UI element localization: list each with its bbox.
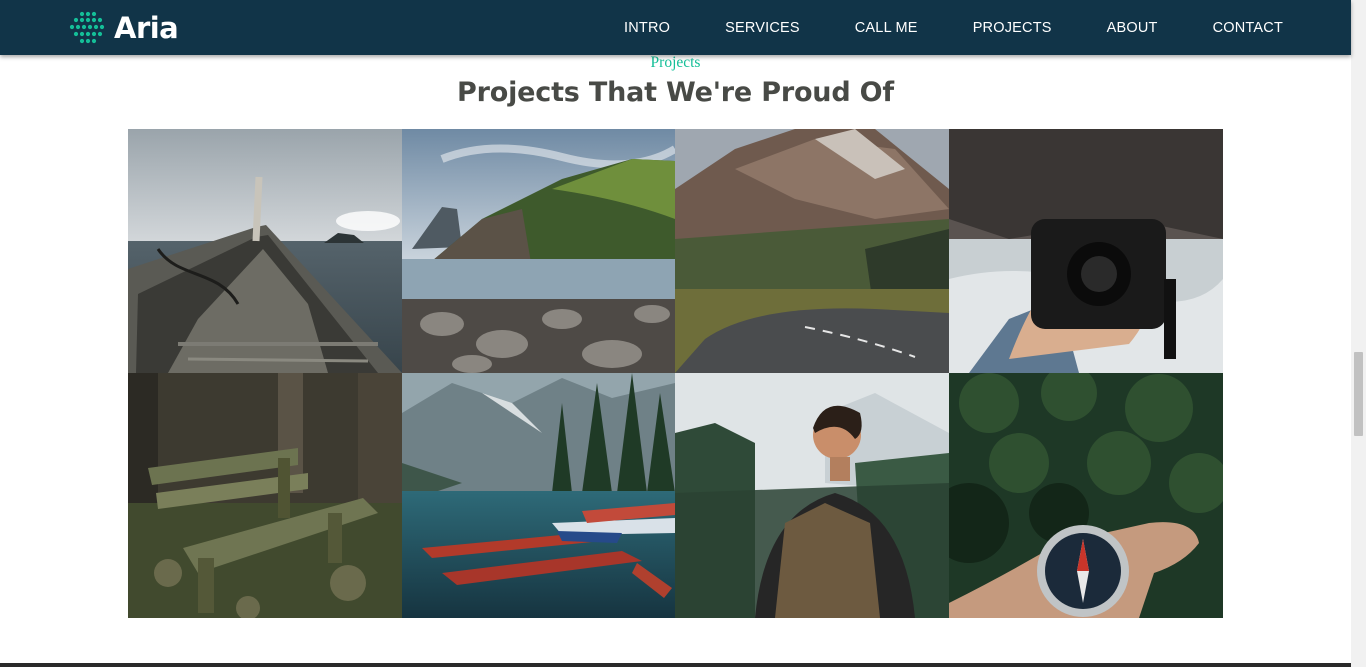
canoes-photo — [402, 373, 675, 618]
nav-link-intro[interactable]: INTRO — [624, 20, 670, 36]
page-scrollbar[interactable] — [1351, 0, 1366, 667]
nav-item-call-me: CALL ME — [855, 19, 918, 37]
nav-item-about: ABOUT — [1107, 19, 1158, 37]
cliff-photo — [402, 129, 675, 373]
nav-link-call-me[interactable]: CALL ME — [855, 20, 918, 36]
camera-photo — [949, 129, 1223, 373]
project-tile-boat[interactable] — [128, 129, 402, 373]
main-nav: INTRO SERVICES CALL ME PROJECTS ABOUT CO… — [624, 0, 1283, 55]
scrollbar-thumb[interactable] — [1354, 352, 1363, 436]
nav-link-about[interactable]: ABOUT — [1107, 20, 1158, 36]
nav-item-contact: CONTACT — [1213, 19, 1283, 37]
project-tile-road[interactable] — [675, 129, 949, 373]
project-tile-canoes[interactable] — [402, 373, 675, 618]
nav-item-services: SERVICES — [725, 19, 800, 37]
dot-grid-logo-icon — [69, 11, 105, 44]
brand-logo-link[interactable]: Aria — [69, 11, 179, 45]
project-tile-hiker[interactable] — [675, 373, 949, 618]
section-eyebrow: Projects — [650, 54, 701, 71]
brand-name: Aria — [114, 11, 179, 45]
bench-photo — [128, 373, 402, 618]
road-photo — [675, 129, 949, 373]
project-tile-bench[interactable] — [128, 373, 402, 618]
nav-link-contact[interactable]: CONTACT — [1213, 20, 1283, 36]
nav-item-projects: PROJECTS — [973, 19, 1052, 37]
boat-photo — [128, 129, 402, 373]
project-gallery — [128, 129, 1223, 618]
window-bottom-edge — [0, 663, 1351, 667]
project-tile-cliff[interactable] — [402, 129, 675, 373]
page: Aria INTRO SERVICES CALL ME PROJECTS ABO… — [0, 0, 1366, 667]
nav-link-services[interactable]: SERVICES — [725, 20, 800, 36]
project-tile-camera[interactable] — [949, 129, 1223, 373]
top-navbar: Aria INTRO SERVICES CALL ME PROJECTS ABO… — [0, 0, 1351, 55]
nav-link-projects[interactable]: PROJECTS — [973, 20, 1052, 36]
hiker-photo — [675, 373, 949, 618]
nav-item-intro: INTRO — [624, 19, 670, 37]
project-tile-compass[interactable] — [949, 373, 1223, 618]
compass-photo — [949, 373, 1223, 618]
section-title: Projects That We're Proud Of — [457, 77, 894, 108]
